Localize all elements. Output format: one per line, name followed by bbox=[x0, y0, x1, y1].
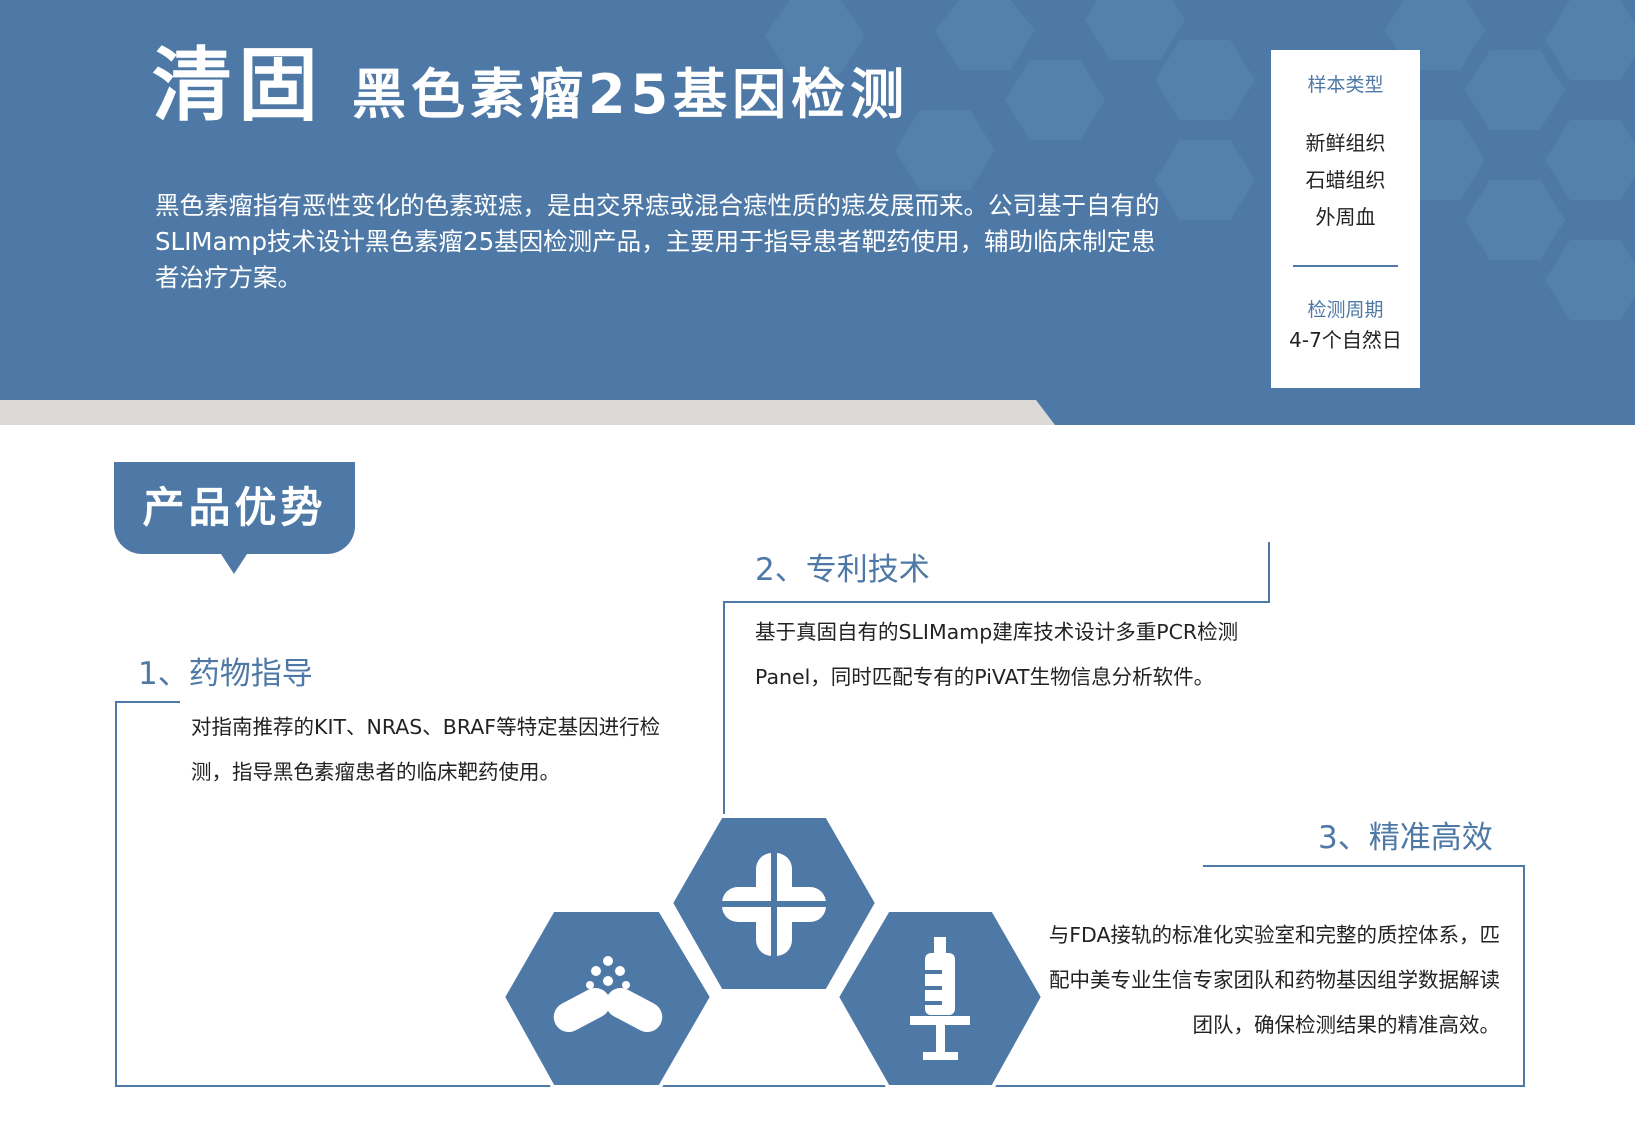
syringe-icon bbox=[834, 908, 1046, 1089]
hexagon-icon-group bbox=[500, 814, 1046, 1089]
medical-cross-icon bbox=[668, 814, 880, 993]
capsule-icon bbox=[500, 908, 715, 1089]
